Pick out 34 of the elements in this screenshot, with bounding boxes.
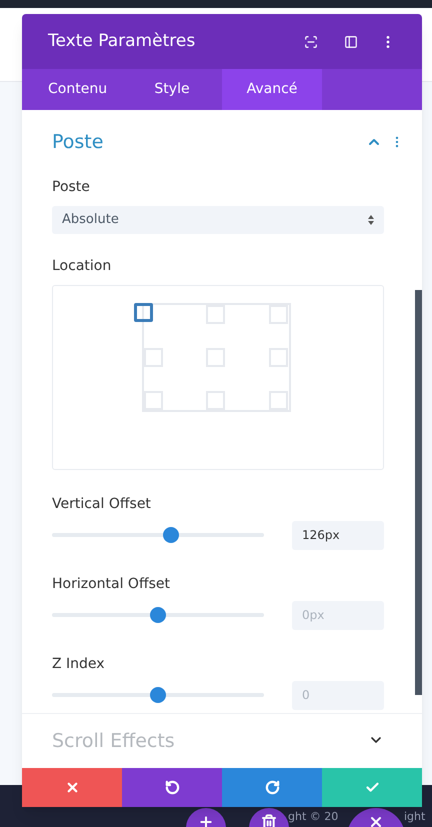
sort-icon <box>368 214 374 224</box>
close-icon <box>368 814 384 827</box>
slider-thumb[interactable] <box>162 527 179 543</box>
tab[interactable]: Style <box>122 69 222 110</box>
slider-track[interactable] <box>52 687 264 703</box>
plus-icon <box>198 814 214 827</box>
field-label: Vertical Offset <box>52 494 152 514</box>
sidebar-icon[interactable] <box>344 34 358 48</box>
value-field[interactable]: 0px <box>292 600 384 630</box>
tab[interactable]: Avancé <box>222 69 322 110</box>
value-field[interactable]: 0 <box>292 680 384 710</box>
footer-text: ight <box>404 810 426 824</box>
field-label: Horizontal Offset <box>52 574 171 594</box>
position-select[interactable]: Absolute <box>52 206 384 234</box>
window-title: Texte Paramètres <box>48 30 196 53</box>
slider-thumb[interactable] <box>150 687 166 703</box>
field-label: Location <box>52 256 112 276</box>
undo-button[interactable] <box>122 768 222 807</box>
footer-text: ght © 20 <box>288 810 338 824</box>
redo-icon <box>264 780 280 795</box>
slider-track[interactable] <box>52 527 264 543</box>
trash-icon <box>261 814 277 827</box>
field-label: Poste <box>52 178 91 196</box>
close-icon <box>64 780 80 795</box>
tab[interactable]: Contenu <box>22 69 122 110</box>
field-label: Z Index <box>52 654 106 674</box>
expand-icon[interactable] <box>304 34 318 48</box>
scrollbar[interactable] <box>415 290 422 695</box>
location-cell[interactable] <box>134 302 152 322</box>
slider-thumb[interactable] <box>150 607 166 623</box>
section-title[interactable]: Poste <box>52 128 366 156</box>
value-field[interactable]: 126px <box>292 520 384 550</box>
slider-track[interactable] <box>52 607 264 623</box>
undo-icon <box>164 780 180 795</box>
